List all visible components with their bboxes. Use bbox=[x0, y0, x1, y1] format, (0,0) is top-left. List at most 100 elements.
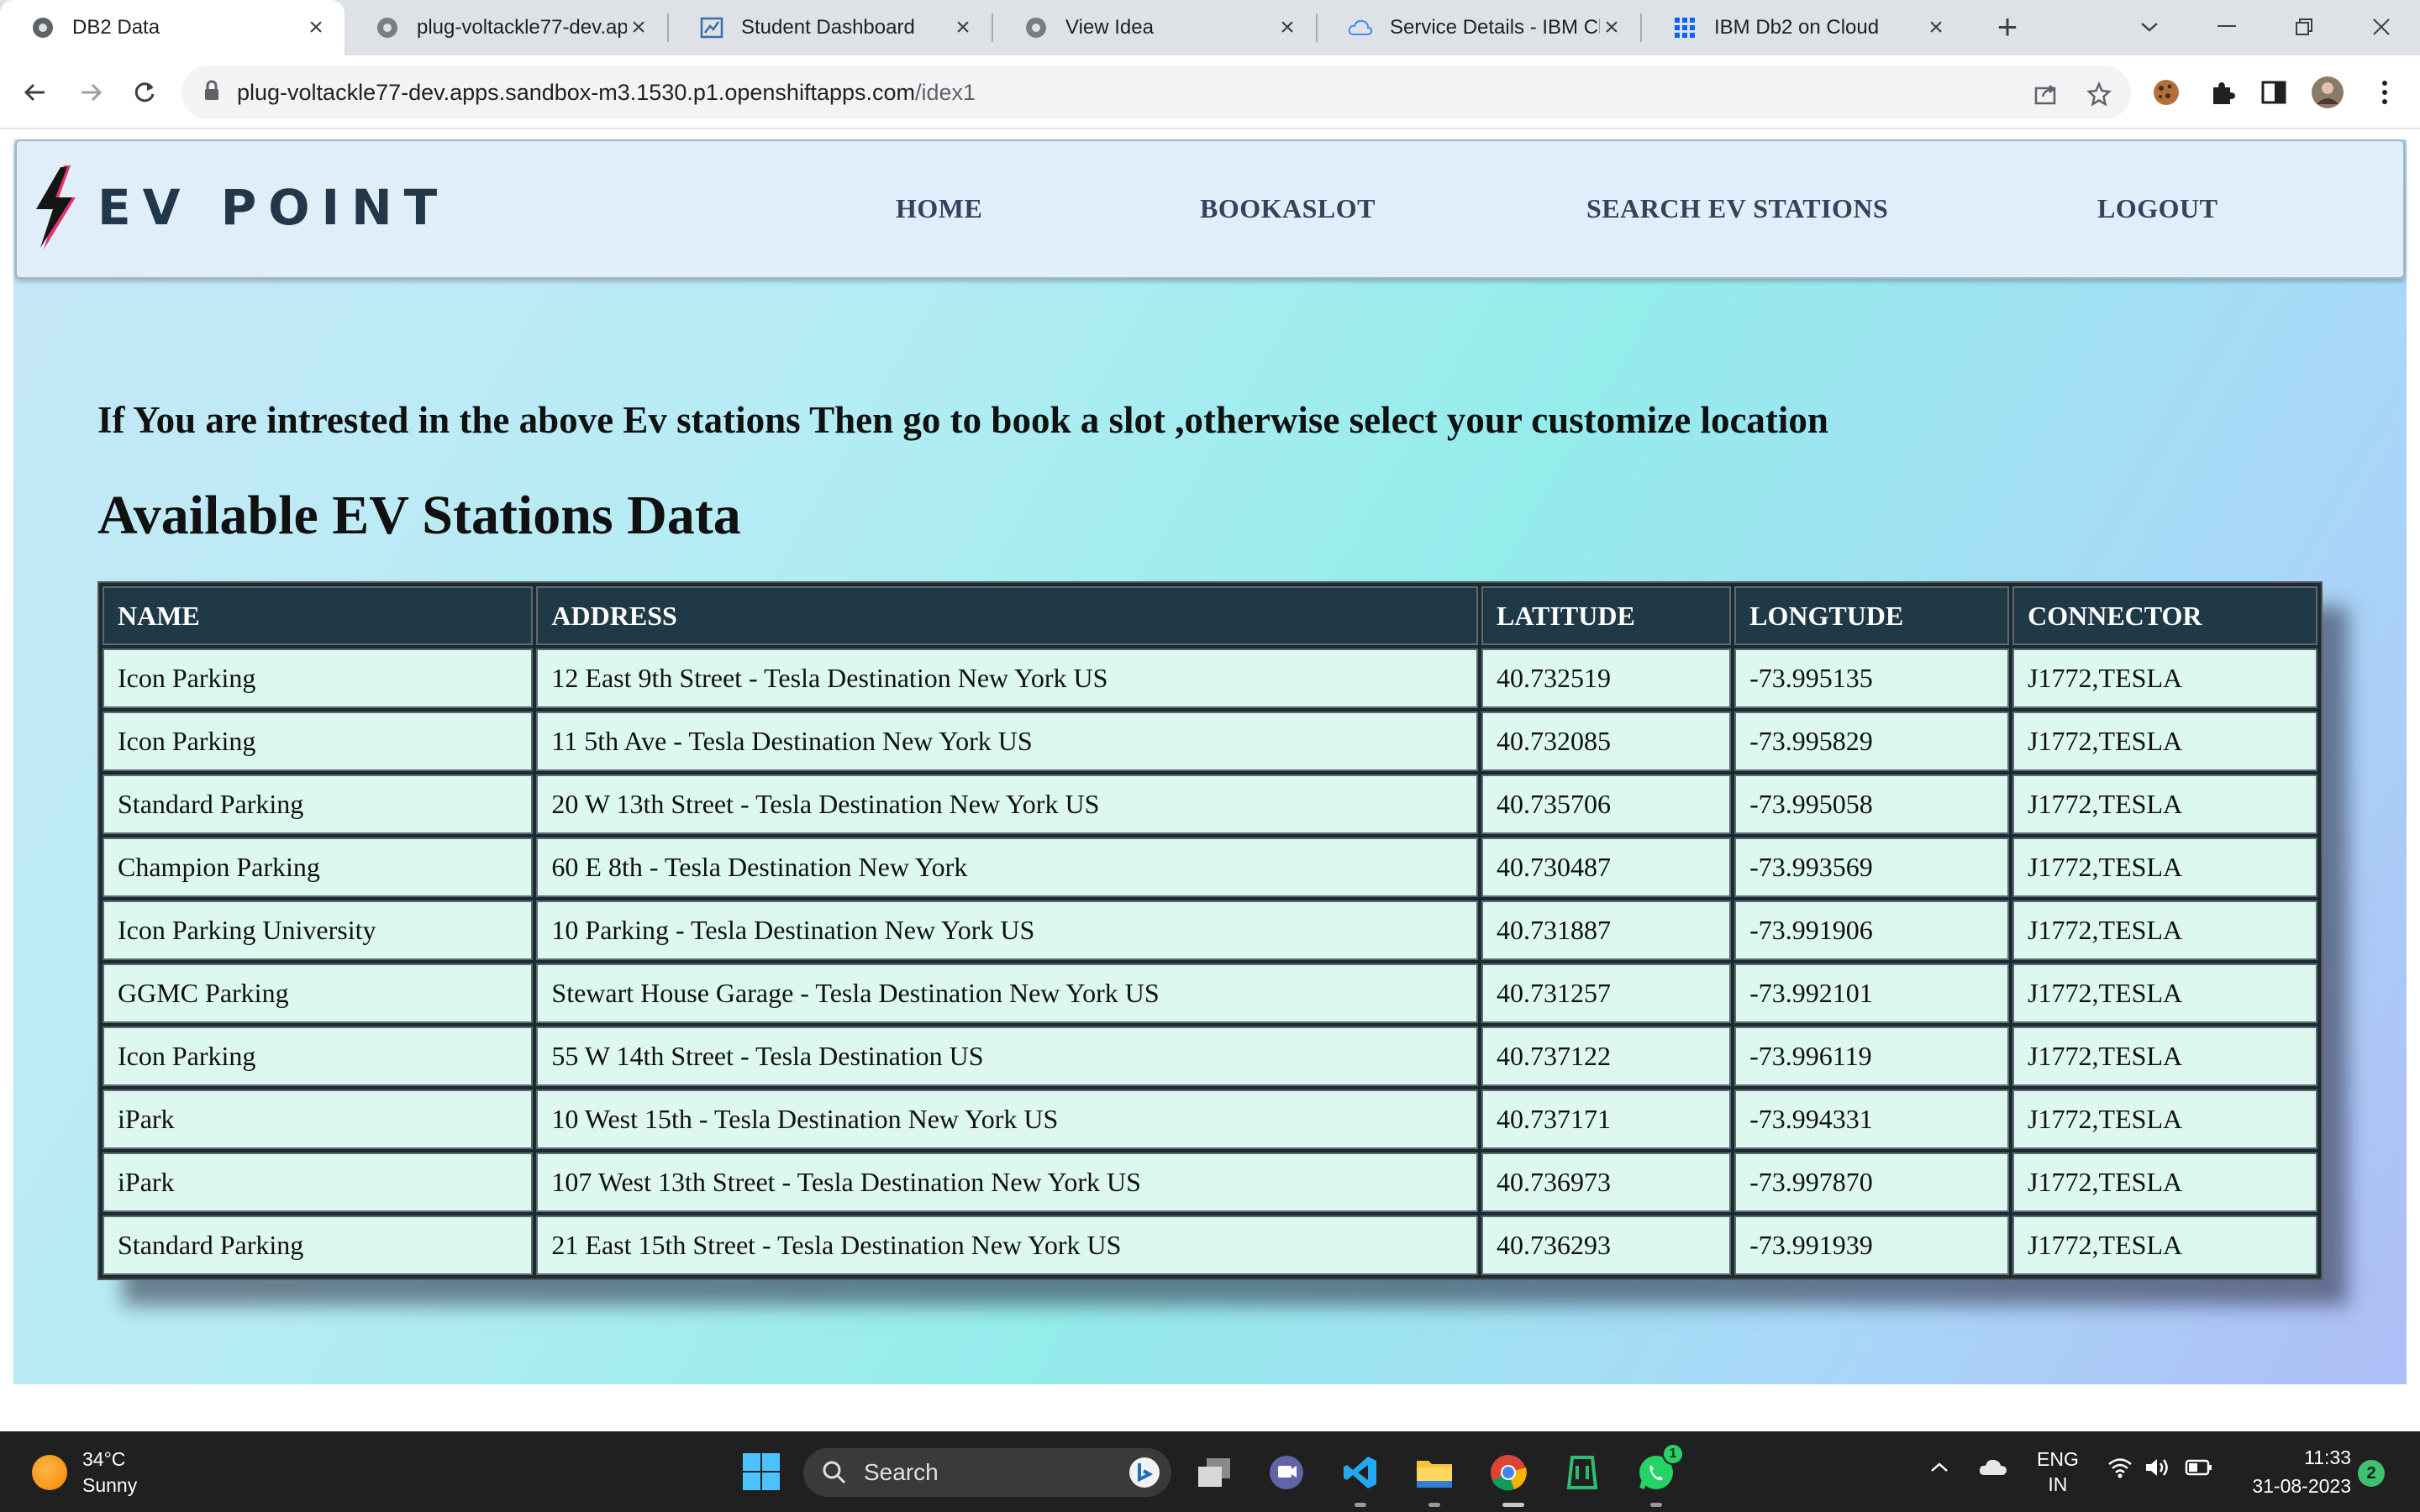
cell-longitude: -73.995135 bbox=[1734, 648, 2010, 708]
cell-address: 10 West 15th - Tesla Destination New Yor… bbox=[536, 1089, 1479, 1149]
weather-widget[interactable]: 34°C Sunny bbox=[32, 1446, 137, 1499]
vscode-icon[interactable] bbox=[1339, 1452, 1381, 1494]
ev-point-logo[interactable]: EV POINT bbox=[32, 161, 449, 254]
cell-latitude: 40.730487 bbox=[1481, 837, 1732, 897]
table-row: Icon Parking 55 W 14th Street - Tesla Des… bbox=[103, 1026, 2317, 1086]
bookmark-star-icon[interactable] bbox=[2082, 77, 2116, 111]
stations-table: NAME ADDRESS LATITUDE LONGTUDE CONNECTOR… bbox=[97, 581, 2323, 1280]
close-tab-icon[interactable]: × bbox=[951, 15, 975, 40]
table-row: Standard Parking 20 W 13th Street - Tesla… bbox=[103, 774, 2317, 834]
close-tab-icon[interactable]: × bbox=[304, 15, 328, 40]
taskbar-clock[interactable]: 11:33 31-08-2023 bbox=[2237, 1443, 2351, 1500]
profile-avatar[interactable] bbox=[2309, 74, 2346, 111]
tab-title: DB2 Data bbox=[72, 16, 160, 39]
globe-icon bbox=[375, 15, 400, 40]
language-indicator[interactable]: ENG IN bbox=[2037, 1446, 2079, 1497]
cell-connector: J1772,TESLA bbox=[2012, 711, 2317, 771]
brand-name: EV POINT bbox=[97, 179, 450, 236]
cell-latitude: 40.731257 bbox=[1481, 963, 1732, 1023]
notification-badge[interactable]: 2 bbox=[2358, 1460, 2385, 1487]
weather-temp: 34°C bbox=[82, 1448, 126, 1470]
minimize-icon[interactable] bbox=[2202, 5, 2252, 49]
table-header-row: NAME ADDRESS LATITUDE LONGTUDE CONNECTOR bbox=[103, 586, 2317, 645]
lock-icon[interactable] bbox=[203, 80, 220, 106]
nav-bookaslot-link[interactable]: BOOKASLOT bbox=[1200, 193, 1376, 224]
new-tab-button[interactable]: + bbox=[1988, 8, 2027, 47]
page-viewport: EV POINT HOME BOOKASLOT SEARCH EV STATIO… bbox=[0, 131, 2420, 1431]
page-body: EV POINT HOME BOOKASLOT SEARCH EV STATIO… bbox=[13, 139, 2407, 1384]
nav-home-link[interactable]: HOME bbox=[896, 193, 982, 224]
stations-table-wrapper: NAME ADDRESS LATITUDE LONGTUDE CONNECTOR… bbox=[97, 581, 2323, 1280]
close-tab-icon[interactable]: × bbox=[627, 15, 650, 40]
db2-grid-icon bbox=[1672, 15, 1697, 40]
taskbar-search-input[interactable]: Search bbox=[803, 1448, 1171, 1497]
chrome-icon[interactable] bbox=[1487, 1452, 1529, 1494]
globe-icon bbox=[1023, 15, 1049, 40]
cell-connector: J1772,TESLA bbox=[2012, 963, 2317, 1023]
cell-name: Champion Parking bbox=[103, 837, 534, 897]
page-title: Available EV Stations Data bbox=[97, 485, 741, 546]
task-view-icon[interactable] bbox=[1193, 1452, 1235, 1494]
side-panel-icon[interactable] bbox=[2255, 74, 2292, 111]
table-row: GGMC Parking Stewart House Garage - Tesla… bbox=[103, 963, 2317, 1023]
cell-latitude: 40.735706 bbox=[1481, 774, 1732, 834]
weather-desc: Sunny bbox=[82, 1474, 138, 1496]
puzzle-extensions-icon[interactable] bbox=[2203, 74, 2240, 111]
tab-title: IBM Db2 on Cloud bbox=[1714, 16, 1880, 39]
cell-connector: J1772,TESLA bbox=[2012, 774, 2317, 834]
restore-icon[interactable] bbox=[2279, 5, 2329, 49]
close-tab-icon[interactable]: × bbox=[1276, 15, 1299, 40]
nav-logout-link[interactable]: LOGOUT bbox=[2097, 193, 2217, 224]
battery-icon[interactable] bbox=[2185, 1458, 2213, 1482]
browser-tab-plug[interactable]: plug-voltackle77-dev.ap × bbox=[345, 0, 667, 55]
lang-bottom: IN bbox=[2048, 1473, 2068, 1495]
dashboard-icon bbox=[699, 15, 724, 40]
tab-title: View Idea bbox=[1065, 16, 1154, 39]
cell-address: Stewart House Garage - Tesla Destination… bbox=[536, 963, 1479, 1023]
column-header-connector: CONNECTOR bbox=[2012, 586, 2317, 645]
browser-tab-service-details[interactable]: Service Details - IBM Clo × bbox=[1318, 0, 1640, 55]
close-tab-icon[interactable]: × bbox=[1600, 15, 1623, 40]
close-window-icon[interactable] bbox=[2356, 5, 2407, 49]
cell-connector: J1772,TESLA bbox=[2012, 1152, 2317, 1212]
column-header-name: NAME bbox=[103, 586, 534, 645]
address-bar[interactable]: plug-voltackle77-dev.apps.sandbox-m3.153… bbox=[182, 66, 2131, 119]
cash-register-icon[interactable] bbox=[1561, 1452, 1603, 1494]
nav-search-ev-stations-link[interactable]: SEARCH EV STATIONS bbox=[1586, 193, 1888, 224]
onedrive-cloud-icon[interactable] bbox=[1978, 1457, 2008, 1482]
tab-search-chevron-icon[interactable] bbox=[2124, 5, 2175, 49]
browser-toolbar: plug-voltackle77-dev.apps.sandbox-m3.153… bbox=[0, 55, 2420, 129]
intro-text: If You are intrested in the above Ev sta… bbox=[97, 399, 1828, 441]
table-row: Champion Parking 60 E 8th - Tesla Destina… bbox=[103, 837, 2317, 897]
back-arrow-icon[interactable] bbox=[15, 72, 55, 113]
file-explorer-icon[interactable] bbox=[1413, 1452, 1455, 1494]
teams-chat-icon[interactable] bbox=[1265, 1452, 1307, 1494]
menu-dots-icon[interactable] bbox=[2366, 74, 2403, 111]
cell-name: iPark bbox=[103, 1089, 534, 1149]
bing-icon[interactable] bbox=[1128, 1456, 1161, 1489]
whatsapp-icon[interactable]: 1 bbox=[1635, 1443, 1684, 1494]
cell-longitude: -73.995058 bbox=[1734, 774, 2010, 834]
reload-icon[interactable] bbox=[124, 72, 165, 113]
tray-chevron-up-icon[interactable] bbox=[1929, 1457, 1949, 1479]
search-icon bbox=[823, 1461, 846, 1484]
browser-tab-ibm-db2[interactable]: IBM Db2 on Cloud × bbox=[1642, 0, 1965, 55]
browser-tab-db2-data[interactable]: DB2 Data × bbox=[0, 0, 345, 55]
close-tab-icon[interactable]: × bbox=[1924, 15, 1948, 40]
browser-tab-view-idea[interactable]: View Idea × bbox=[993, 0, 1316, 55]
windows-start-icon[interactable] bbox=[741, 1452, 781, 1492]
table-row: Icon Parking 12 East 9th Street - Tesla D… bbox=[103, 648, 2317, 708]
cell-address: 20 W 13th Street - Tesla Destination New… bbox=[536, 774, 1479, 834]
lightning-bolt-icon bbox=[36, 165, 76, 249]
forward-arrow-icon[interactable] bbox=[71, 72, 111, 113]
cell-longitude: -73.991906 bbox=[1734, 900, 2010, 960]
share-icon[interactable] bbox=[2028, 77, 2062, 111]
table-row: Icon Parking University 10 Parking - Tesl… bbox=[103, 900, 2317, 960]
wifi-icon[interactable] bbox=[2107, 1457, 2133, 1483]
cell-latitude: 40.736973 bbox=[1481, 1152, 1732, 1212]
column-header-latitude: LATITUDE bbox=[1481, 586, 1732, 645]
volume-icon[interactable] bbox=[2144, 1457, 2171, 1483]
browser-tab-student-dashboard[interactable]: Student Dashboard × bbox=[669, 0, 992, 55]
cookie-extension-icon[interactable] bbox=[2148, 74, 2185, 111]
cell-latitude: 40.732085 bbox=[1481, 711, 1732, 771]
